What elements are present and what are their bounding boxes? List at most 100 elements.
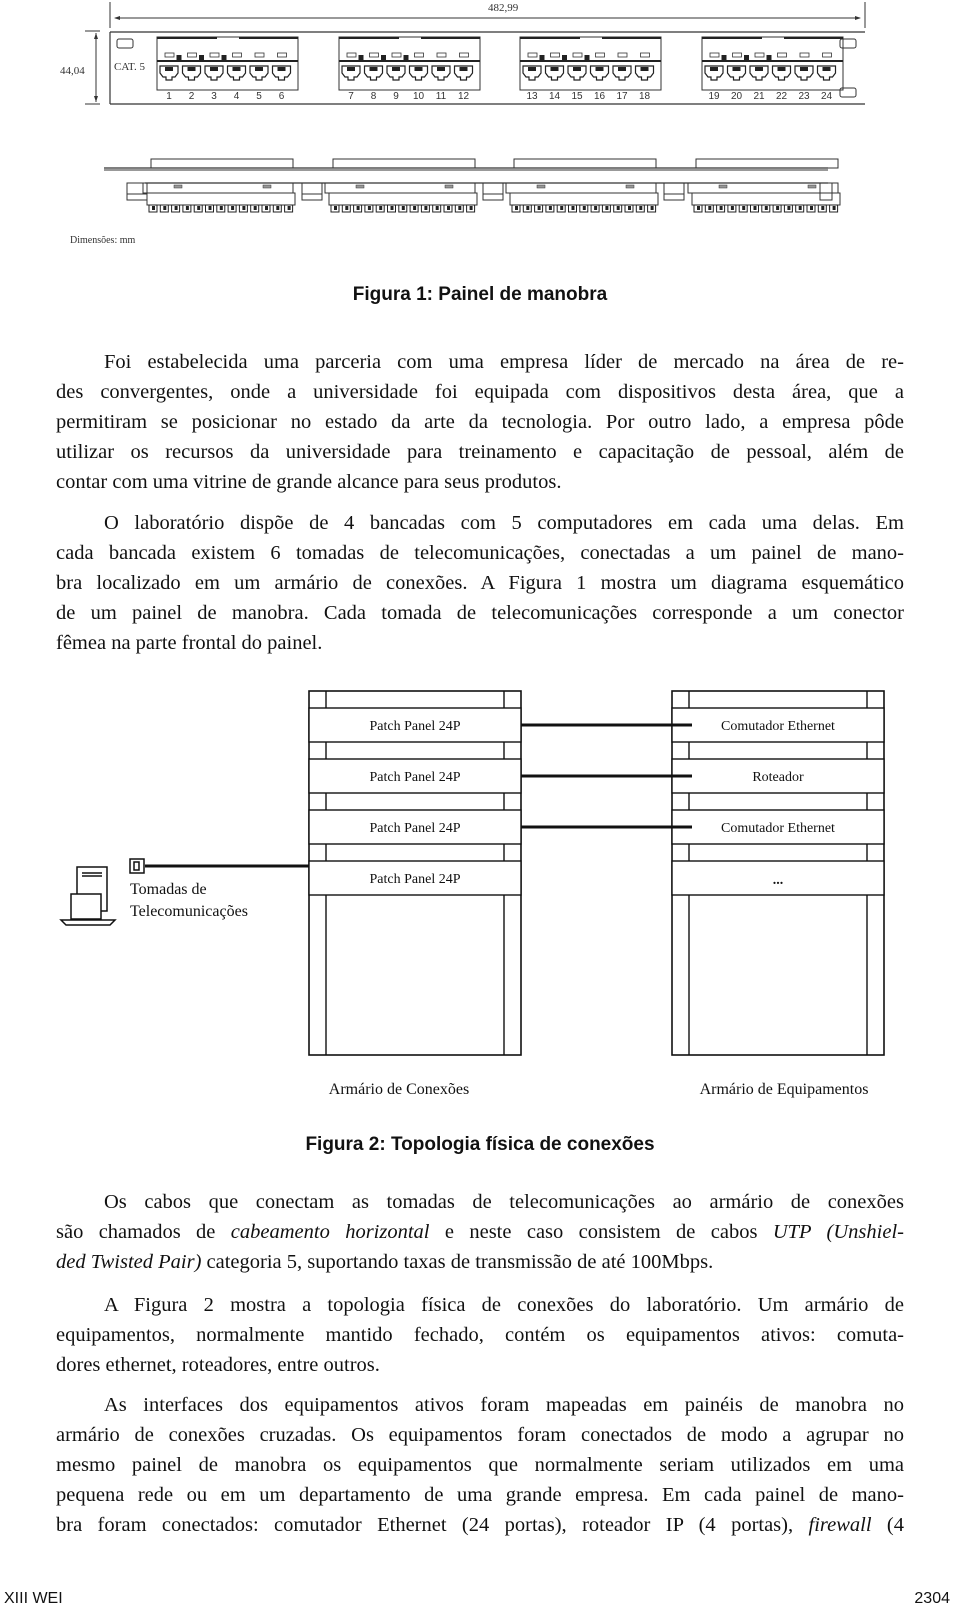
wall-outlet-icon	[129, 858, 145, 874]
led-icon	[414, 52, 424, 58]
rack-slot-label: Comutador Ethernet	[721, 719, 835, 734]
footer-page-number: 2304	[914, 1590, 950, 1607]
port-number: 11	[436, 91, 447, 102]
mount-hole-icon	[839, 87, 857, 98]
text-line: bra foram conectados: comutador Ethernet…	[56, 1514, 904, 1536]
units-note: Dimensões: mm	[70, 235, 135, 246]
led-icon	[777, 52, 787, 58]
paragraph-1: Foi estabelecida uma parceria com uma em…	[56, 347, 904, 497]
text-line: contar com uma vitrine de grande alcance…	[56, 471, 562, 493]
port-number: 15	[571, 91, 583, 102]
port-module: 1 2 3 4 5 6	[156, 36, 299, 102]
height-dimension: 44,04	[60, 65, 85, 77]
mount-bracket	[126, 182, 148, 201]
paragraph-2: O laboratório dispõe de 4 bancadas com 5…	[56, 508, 904, 658]
text-line: são chamados de cabeamento horizontal e …	[56, 1221, 904, 1243]
led-icon	[369, 52, 379, 58]
port-module: 7 8 9 10 11 12	[338, 36, 481, 102]
rack-slot: Patch Panel 24P	[308, 707, 522, 743]
text-line: A Figura 2 mostra a topologia física de …	[104, 1294, 904, 1316]
port-number: 13	[526, 91, 538, 102]
text-line: dores ethernet, roteadores, entre outros…	[56, 1354, 380, 1376]
led-icon	[640, 52, 650, 58]
led-icon	[732, 52, 742, 58]
port-number: 18	[639, 91, 651, 102]
port-number: 3	[211, 91, 217, 102]
led-icon	[459, 52, 469, 58]
rack-slot-label: ...	[773, 873, 784, 888]
rack-slot: Comutador Ethernet	[671, 809, 885, 845]
port-number: 23	[798, 91, 810, 102]
rack-slot: Comutador Ethernet	[671, 707, 885, 743]
rack-slot: Patch Panel 24P	[308, 860, 522, 896]
equipment-cabinet: Comutador Ethernet Roteador Comutador Ethe…	[671, 690, 885, 1056]
connections-cabinet-label: Armário de Conexões	[329, 1081, 469, 1098]
led-icon	[254, 52, 265, 58]
text-line: O laboratório dispõe de 4 bancadas com 5…	[104, 512, 904, 534]
width-dimension: 482,99	[488, 2, 519, 14]
port-module: 19 20 21 22 23 24	[701, 36, 844, 102]
port-number: 10	[413, 91, 425, 102]
rack-slot: Patch Panel 24P	[308, 809, 522, 845]
led-icon	[595, 52, 605, 58]
port-number: 17	[616, 91, 628, 102]
text-line: fêmea na parte frontal do painel.	[56, 632, 323, 654]
module-top-view	[687, 158, 841, 213]
rack-slot-label: Patch Panel 24P	[370, 719, 461, 734]
figure-2: Tomadas de Telecomunicações Patch Panel …	[0, 680, 960, 1110]
connections-cabinet: Patch Panel 24P Patch Panel 24P Patch Pane…	[308, 690, 522, 1056]
figure-2-caption: Figura 2: Topologia física de conexões	[305, 1134, 655, 1155]
mount-bracket	[301, 182, 323, 201]
led-icon	[209, 52, 220, 58]
text-line: pequena rede ou em um departamento de um…	[56, 1484, 904, 1506]
equipment-cabinet-label: Armário de Equipamentos	[700, 1081, 869, 1098]
port-number: 22	[776, 91, 788, 102]
led-icon	[550, 52, 560, 58]
figure-1-caption: Figura 1: Painel de manobra	[352, 284, 608, 305]
led-icon	[436, 52, 447, 58]
mount-bracket	[663, 182, 685, 201]
mount-hole-icon	[839, 38, 857, 49]
port-number: 8	[371, 91, 377, 102]
led-icon	[799, 52, 810, 58]
port-number: 20	[731, 91, 743, 102]
text-line: permitiram se posicionar no estado da ar…	[56, 411, 904, 433]
port-module: 13 14 15 16 17 18	[519, 36, 662, 102]
led-icon	[277, 52, 287, 58]
text-line: des convergentes, onde a universidade fo…	[56, 381, 904, 403]
rack-slot: Roteador	[671, 758, 885, 794]
paragraph-4: A Figura 2 mostra a topologia física de …	[56, 1290, 904, 1380]
port-number: 6	[279, 91, 285, 102]
text-line: utilizar os recursos da universidade par…	[56, 441, 904, 463]
port-number: 2	[189, 91, 195, 102]
module-top-view	[505, 158, 659, 213]
text-line: ded Twisted Pair) categoria 5, suportand…	[56, 1251, 714, 1273]
paragraph-5: As interfaces dos equipamentos ativos fo…	[56, 1390, 904, 1540]
port-number: 4	[234, 91, 240, 102]
text-line: cada bancada existem 6 tomadas de teleco…	[56, 542, 904, 564]
text-line: armário de conexões cruzadas. Os equipam…	[56, 1424, 904, 1446]
outlet-label: Telecomunicações	[130, 903, 248, 920]
text-line: equipamentos, normalmente mantido fechad…	[56, 1324, 904, 1346]
led-icon	[232, 52, 242, 58]
mount-bracket	[482, 182, 504, 201]
port-number: 16	[594, 91, 606, 102]
text-line: Os cabos que conectam as tomadas de tele…	[104, 1191, 904, 1213]
rack-slot-label: Patch Panel 24P	[370, 872, 461, 887]
text-line: As interfaces dos equipamentos ativos fo…	[104, 1394, 904, 1416]
led-icon	[754, 52, 765, 58]
text-line: mesmo painel de manobra os equipamentos …	[56, 1454, 904, 1476]
rack-slot-label: Comutador Ethernet	[721, 821, 835, 836]
mount-hole-icon	[116, 38, 134, 49]
patch-panel-diagram: 482,99 44,04 CAT. 5 1 2 3 4 5 6 7 8 9 10 11 12 13 14 1…	[60, 2, 866, 246]
led-icon	[391, 52, 402, 58]
figure-1: 482,99 44,04 CAT. 5 1 2 3 4 5 6 7 8 9 10 11 12 13 14 1…	[0, 0, 960, 260]
led-icon	[709, 52, 720, 58]
port-number: 12	[458, 91, 470, 102]
port-number: 1	[166, 91, 172, 102]
port-number: 5	[256, 91, 262, 102]
led-icon	[572, 52, 583, 58]
led-icon	[346, 52, 357, 58]
port-number: 9	[393, 91, 399, 102]
text-line: de um painel de manobra. Cada tomada de …	[56, 602, 904, 624]
